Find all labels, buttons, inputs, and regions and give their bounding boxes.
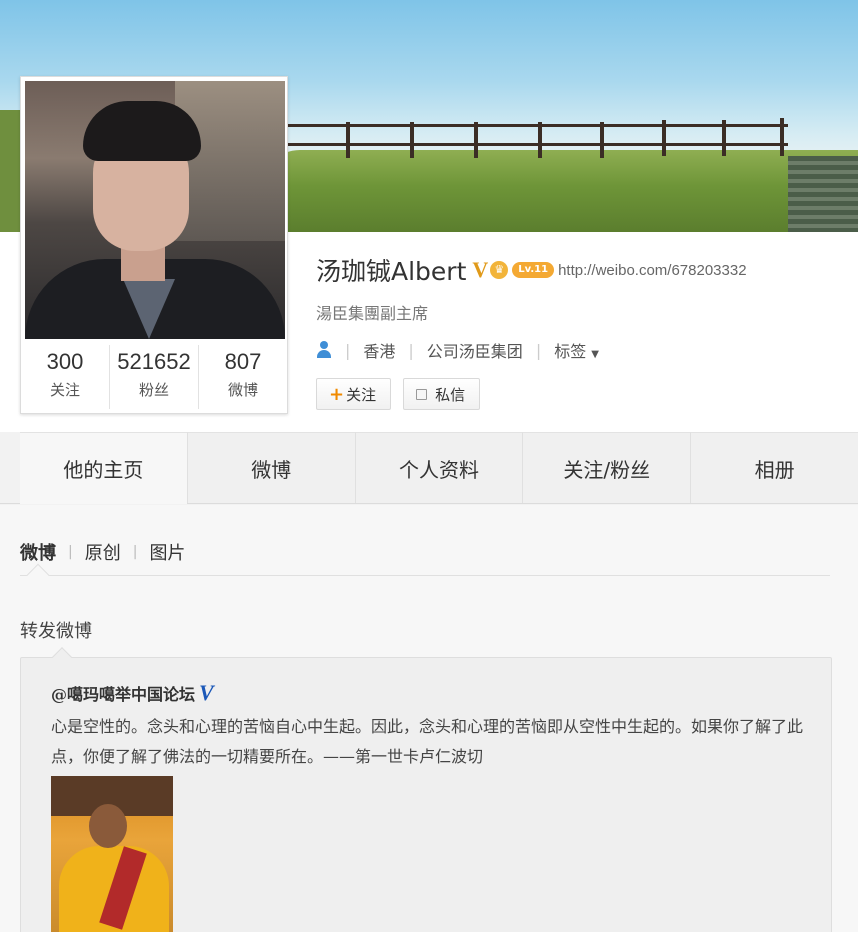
section-title: 转发微博 <box>20 621 92 642</box>
stat-value: 300 <box>46 349 84 374</box>
tags-label: 标签 <box>554 342 587 361</box>
fence-post <box>410 122 414 158</box>
fence-post <box>780 118 784 156</box>
profile-title: 湯臣集團副主席 <box>316 304 429 323</box>
message-icon <box>416 388 428 400</box>
repost-image[interactable] <box>51 776 173 932</box>
fence-post <box>600 122 604 158</box>
profile-name[interactable]: 汤珈铖Albert <box>316 252 466 288</box>
avatar-hair <box>83 101 201 161</box>
location-text: 香港 <box>363 342 396 361</box>
cover-grass-left <box>0 110 22 232</box>
repost-notch <box>52 647 72 667</box>
cover-stairs <box>788 156 858 232</box>
stat-followers[interactable]: 521652 粉丝 <box>110 345 199 409</box>
divider <box>20 575 830 576</box>
stat-posts[interactable]: 807 微博 <box>199 345 287 409</box>
fence-post <box>662 120 666 156</box>
feed-filters: 微博 | 原创 | 图片 <box>20 539 185 565</box>
separator: | <box>408 340 414 360</box>
repost-author: @噶玛噶举中国论坛 V <box>51 680 214 706</box>
info-row: | 香港 | 公司汤臣集团 | 标签 ▼ <box>316 338 599 362</box>
tab-profile-info[interactable]: 个人资料 <box>354 432 523 503</box>
filter-all[interactable]: 微博 <box>20 539 56 565</box>
repost-author-name[interactable]: @噶玛噶举中国论坛 <box>51 681 195 705</box>
stat-label: 粉丝 <box>138 381 169 399</box>
stat-label: 关注 <box>49 381 80 399</box>
separator: | <box>535 340 542 360</box>
fence-post <box>346 122 350 158</box>
follow-label: 关注 <box>346 385 377 404</box>
message-label: 私信 <box>435 385 466 404</box>
avatar-card: 300 关注 521652 粉丝 807 微博 <box>20 76 288 414</box>
action-buttons: + 关注 私信 <box>316 378 481 410</box>
tab-home[interactable]: 他的主页 <box>20 432 187 504</box>
name-row: 汤珈铖Albert V ♛ Lv.11 http://weibo.com/678… <box>316 252 747 288</box>
separator: | <box>345 340 351 360</box>
fence-post <box>538 122 542 158</box>
company-text[interactable]: 公司汤臣集团 <box>427 338 523 362</box>
photo-head <box>89 804 127 848</box>
caret-down-icon: ▼ <box>591 349 599 360</box>
level-badge[interactable]: Lv.11 <box>512 262 555 278</box>
profile-stats: 300 关注 521652 粉丝 807 微博 <box>21 345 287 409</box>
feed-area: 微博 | 原创 | 图片 转发微博 @噶玛噶举中国论坛 V 心是空性的。念头和心… <box>0 505 858 932</box>
profile-tabs: 他的主页 微博 个人资料 关注/粉丝 相册 <box>0 432 858 504</box>
repost-card: @噶玛噶举中国论坛 V 心是空性的。念头和心理的苦恼自心中生起。因此，念头和心理… <box>20 647 832 932</box>
filter-pointer <box>26 563 50 587</box>
cover-hill <box>260 150 858 232</box>
vip-crown-icon[interactable]: ♛ <box>490 261 509 279</box>
stat-value: 807 <box>224 349 262 374</box>
fence-post <box>722 120 726 156</box>
filter-images[interactable]: 图片 <box>149 539 185 565</box>
follow-button[interactable]: + 关注 <box>316 378 392 410</box>
user-icon <box>316 341 332 359</box>
tags-dropdown[interactable]: 标签 ▼ <box>554 338 599 362</box>
profile-url-link[interactable]: http://weibo.com/678203332 <box>558 262 746 279</box>
verified-badge-icon[interactable]: V <box>472 257 488 283</box>
avatar[interactable] <box>25 81 285 339</box>
tab-album[interactable]: 相册 <box>690 432 858 503</box>
stat-value: 521652 <box>117 349 191 374</box>
page-edge <box>858 0 866 932</box>
message-button[interactable]: 私信 <box>403 378 481 410</box>
filter-original[interactable]: 原创 <box>85 539 121 565</box>
stat-label: 微博 <box>227 381 258 399</box>
tab-weibo[interactable]: 微博 <box>186 432 355 503</box>
plus-icon: + <box>329 383 345 405</box>
fence-post <box>474 122 478 158</box>
avatar-background <box>175 81 285 241</box>
stat-following[interactable]: 300 关注 <box>21 345 110 409</box>
verified-badge-icon[interactable]: V <box>199 680 214 706</box>
tab-follow-fans[interactable]: 关注/粉丝 <box>522 432 691 503</box>
repost-text: 心是空性的。念头和心理的苦恼自心中生起。因此，念头和心理的苦恼即从空性中生起的。… <box>51 717 804 766</box>
separator: | <box>68 544 73 560</box>
separator: | <box>132 544 138 560</box>
